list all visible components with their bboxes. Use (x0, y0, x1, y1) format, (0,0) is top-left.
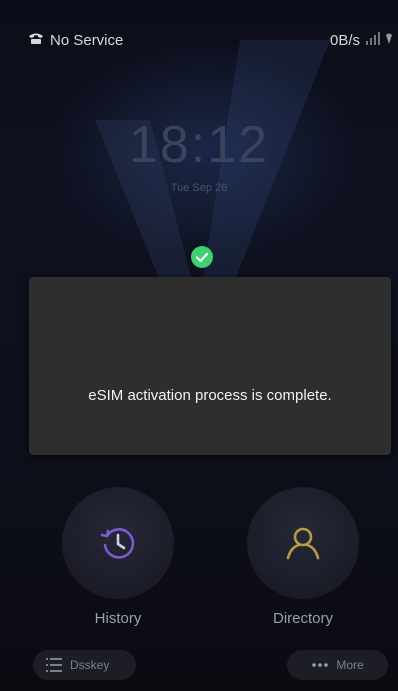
list-icon (46, 658, 62, 672)
lock-screen: No Service 0B/s 18:12 Tue Sep 26 eSIM ac… (0, 0, 398, 691)
date: Tue Sep 26 (170, 182, 228, 194)
clock: 18:12 (128, 116, 270, 174)
status-left: No Service (28, 32, 123, 49)
dsskey-label: Dsskey (70, 658, 110, 672)
status-right: 0B/s (330, 32, 392, 49)
toast-message: eSIM activation process is complete. (88, 387, 332, 404)
data-rate: 0B/s (329, 32, 360, 49)
more-button[interactable]: More (287, 650, 388, 680)
phone-icon (28, 32, 44, 49)
history-label: History (94, 610, 142, 627)
directory-label: Directory (272, 610, 333, 627)
wifi-icon (386, 32, 392, 49)
more-dots-icon (312, 663, 329, 667)
carrier-text: No Service (50, 32, 124, 49)
dsskey-button[interactable]: Dsskey (33, 650, 136, 680)
status-bar: No Service 0B/s (0, 0, 398, 49)
history-button[interactable] (62, 487, 174, 599)
signal-icon (365, 32, 381, 49)
contact-icon (286, 527, 320, 560)
history-icon (100, 528, 135, 559)
directory-button[interactable] (247, 487, 359, 599)
check-circle-icon (191, 246, 213, 268)
activation-toast: eSIM activation process is complete. (29, 277, 391, 455)
more-label: More (336, 658, 364, 672)
